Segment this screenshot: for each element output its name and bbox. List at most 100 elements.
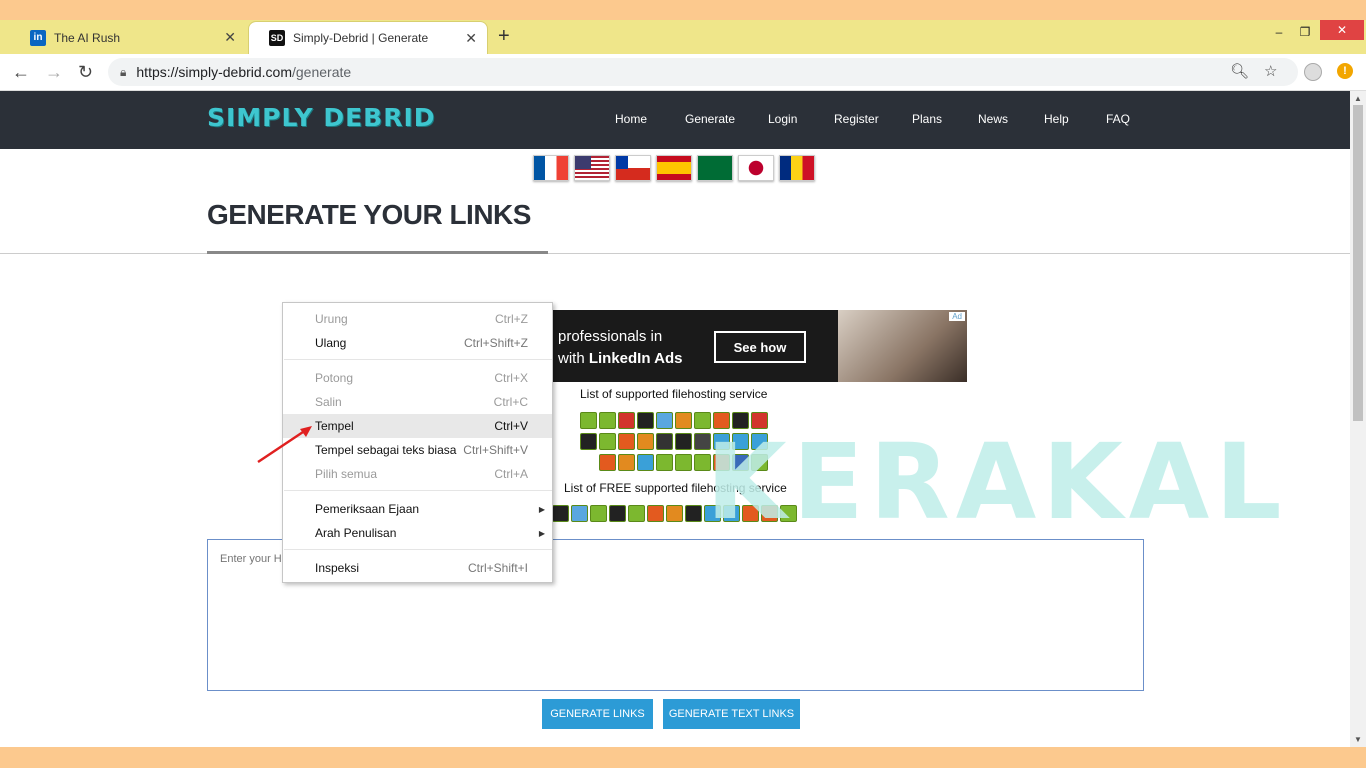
bookmark-star-icon[interactable]: ☆ — [1264, 62, 1277, 80]
browser-toolbar: ← → ↻ 🔒︎ https://simply-debrid.com/gener… — [0, 54, 1366, 91]
nav-register[interactable]: Register — [834, 112, 879, 126]
menu-item-select-all[interactable]: Pilih semua Ctrl+A — [283, 462, 552, 486]
generate-text-links-button[interactable]: GENERATE TEXT LINKS — [663, 699, 800, 729]
host-icon[interactable] — [580, 433, 597, 450]
host-icon[interactable] — [647, 505, 664, 522]
tab-title: Simply-Debrid | Generate — [293, 31, 429, 45]
tab-the-ai-rush[interactable]: in The AI Rush ✕ — [10, 21, 246, 54]
linkedin-icon: in — [30, 29, 46, 46]
host-icon[interactable] — [552, 505, 569, 522]
site-logo[interactable]: SIMPLY DEBRID — [207, 103, 436, 132]
update-alert-icon[interactable]: ! — [1337, 63, 1353, 79]
scroll-thumb[interactable] — [1353, 105, 1363, 421]
minimize-button[interactable]: – — [1266, 22, 1292, 42]
tab-strip: in The AI Rush ✕ SD Simply-Debrid | Gene… — [0, 20, 1366, 54]
close-icon[interactable]: ✕ — [224, 29, 236, 46]
scrollbar[interactable]: ▲ ▼ — [1350, 91, 1366, 747]
host-icon[interactable] — [637, 454, 654, 471]
host-icon[interactable] — [590, 505, 607, 522]
host-icon[interactable] — [618, 412, 635, 429]
host-icon[interactable] — [656, 433, 673, 450]
host-icon[interactable] — [675, 412, 692, 429]
menu-item-copy[interactable]: Salin Ctrl+C — [283, 390, 552, 414]
ad-text: professionals in with LinkedIn Ads — [558, 328, 683, 367]
nav-home[interactable]: Home — [615, 112, 647, 126]
back-arrow-icon[interactable]: ← — [12, 62, 30, 83]
nav-plans[interactable]: Plans — [912, 112, 942, 126]
flag-chile-icon[interactable] — [615, 155, 651, 181]
host-icon[interactable] — [656, 412, 673, 429]
supported-title: List of supported filehosting service — [580, 387, 768, 401]
menu-item-cut[interactable]: Potong Ctrl+X — [283, 366, 552, 390]
menu-item-paste[interactable]: Tempel Ctrl+V — [283, 414, 552, 438]
menu-item-inspect[interactable]: Inspeksi Ctrl+Shift+I — [283, 556, 552, 580]
browser-window: in The AI Rush ✕ SD Simply-Debrid | Gene… — [0, 0, 1366, 768]
host-icon[interactable] — [628, 505, 645, 522]
reload-icon[interactable]: ↻ — [78, 62, 93, 83]
new-tab-button[interactable]: + — [498, 25, 510, 48]
divider — [0, 253, 1350, 254]
flag-france-icon[interactable] — [533, 155, 569, 181]
language-flags — [533, 155, 815, 181]
menu-item-redo[interactable]: Ulang Ctrl+Shift+Z — [283, 331, 552, 355]
linkedin-ad-banner[interactable]: professionals in with LinkedIn Ads See h… — [548, 310, 967, 382]
submenu-arrow-icon: ▶ — [538, 528, 545, 538]
profile-avatar-icon[interactable] — [1304, 63, 1322, 81]
tab-simply-debrid[interactable]: SD Simply-Debrid | Generate ✕ — [248, 21, 488, 54]
host-icon[interactable] — [637, 433, 654, 450]
nav-faq[interactable]: FAQ — [1106, 112, 1130, 126]
ad-badge[interactable]: Ad — [949, 312, 965, 321]
site-header: SIMPLY DEBRID Home Generate Login Regist… — [0, 91, 1350, 149]
see-how-button[interactable]: See how — [714, 331, 806, 363]
ad-photo — [838, 310, 967, 382]
flag-romania-icon[interactable] — [779, 155, 815, 181]
address-bar[interactable]: 🔒︎ https://simply-debrid.com/generate 🔍︎… — [108, 58, 1298, 86]
nav-help[interactable]: Help — [1044, 112, 1069, 126]
host-icon[interactable] — [599, 412, 616, 429]
red-arrow-icon — [257, 426, 312, 464]
host-icon[interactable] — [685, 505, 702, 522]
menu-item-undo[interactable]: Urung Ctrl+Z — [283, 307, 552, 331]
flag-usa-icon[interactable] — [574, 155, 610, 181]
host-icon[interactable] — [656, 454, 673, 471]
host-icon[interactable] — [637, 412, 654, 429]
nav-login[interactable]: Login — [768, 112, 797, 126]
host-icon[interactable] — [609, 505, 626, 522]
menu-item-paste-plain[interactable]: Tempel sebagai teks biasa Ctrl+Shift+V — [283, 438, 552, 462]
host-icon[interactable] — [675, 433, 692, 450]
zoom-icon[interactable]: 🔍︎ — [1230, 62, 1249, 80]
tab-title: The AI Rush — [54, 30, 121, 45]
menu-separator — [284, 490, 552, 491]
submenu-arrow-icon: ▶ — [538, 504, 545, 514]
flag-japan-icon[interactable] — [738, 155, 774, 181]
scroll-down-icon[interactable]: ▼ — [1354, 735, 1362, 744]
flag-spain-icon[interactable] — [656, 155, 692, 181]
host-icon[interactable] — [618, 454, 635, 471]
window-close-button[interactable]: ✕ — [1320, 20, 1364, 40]
url-text: https://simply-debrid.com/generate — [136, 64, 352, 80]
simply-debrid-favicon-icon: SD — [269, 30, 285, 46]
title-underline — [207, 251, 548, 254]
host-icon[interactable] — [599, 433, 616, 450]
host-icon[interactable] — [618, 433, 635, 450]
menu-separator — [284, 549, 552, 550]
nav-generate[interactable]: Generate — [685, 112, 735, 126]
watermark: KERAKAL — [706, 421, 1288, 543]
close-icon[interactable]: ✕ — [465, 30, 477, 47]
host-icon[interactable] — [580, 412, 597, 429]
generate-links-button[interactable]: GENERATE LINKS — [542, 699, 653, 729]
menu-separator — [284, 359, 552, 360]
restore-button[interactable]: ❐ — [1292, 22, 1318, 42]
flag-saudi-arabia-icon[interactable] — [697, 155, 733, 181]
forward-arrow-icon[interactable]: → — [45, 62, 63, 83]
host-icon[interactable] — [599, 454, 616, 471]
host-icon[interactable] — [675, 454, 692, 471]
menu-item-spellcheck[interactable]: Pemeriksaan Ejaan ▶ — [283, 497, 552, 521]
page-title: GENERATE YOUR LINKS — [207, 199, 531, 230]
nav-news[interactable]: News — [978, 112, 1008, 126]
context-menu: Urung Ctrl+Z Ulang Ctrl+Shift+Z Potong Ctrl… — [282, 302, 553, 583]
menu-item-writing-direction[interactable]: Arah Penulisan ▶ — [283, 521, 552, 545]
scroll-up-icon[interactable]: ▲ — [1354, 94, 1362, 103]
host-icon[interactable] — [666, 505, 683, 522]
host-icon[interactable] — [571, 505, 588, 522]
